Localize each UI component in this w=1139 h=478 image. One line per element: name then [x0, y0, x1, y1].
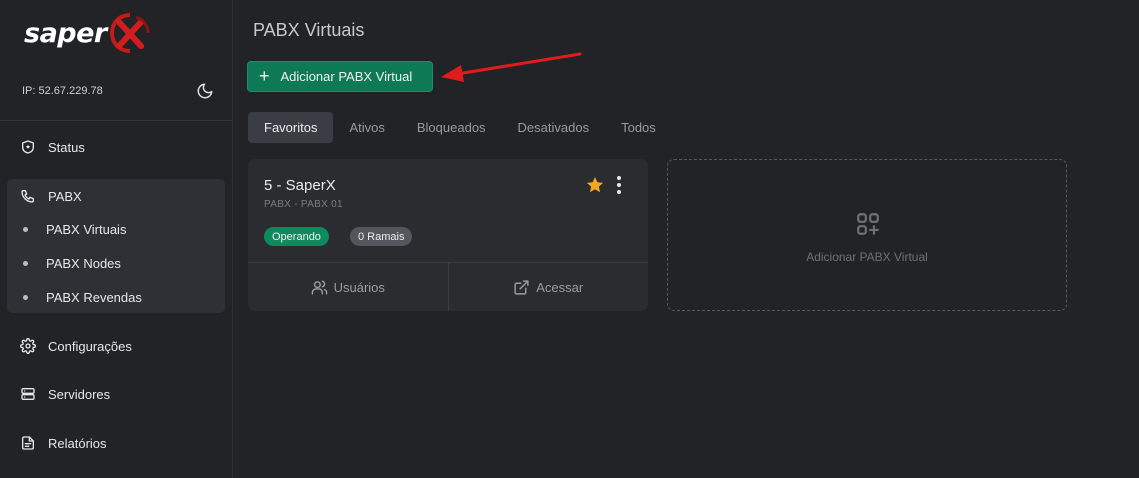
status-badge: Operando — [264, 227, 329, 246]
external-link-icon — [514, 279, 529, 295]
bullet-dot — [23, 295, 28, 300]
add-pabx-virtual-button[interactable]: + Adicionar PABX Virtual — [247, 61, 433, 92]
tab-desativados[interactable]: Desativados — [502, 112, 606, 143]
users-label: Usuários — [333, 279, 385, 295]
pabx-card-footer: Usuários Acessar — [248, 262, 648, 311]
sidebar-subitem-label: PABX Revendas — [46, 290, 142, 305]
tab-todos[interactable]: Todos — [605, 112, 672, 143]
sidebar-subitem-pabx-nodes[interactable]: PABX Nodes — [23, 256, 121, 271]
server-icon — [21, 388, 35, 400]
add-button-label: Adicionar PABX Virtual — [280, 69, 413, 84]
add-pabx-virtual-card[interactable]: Adicionar PABX Virtual — [667, 159, 1067, 311]
users-button[interactable]: Usuários — [248, 263, 448, 311]
ramais-badge: 0 Ramais — [350, 227, 413, 246]
ip-address: IP: 52.67.229.78 — [22, 85, 103, 97]
report-icon — [22, 436, 34, 450]
users-icon — [311, 279, 327, 295]
sidebar-item-label: Servidores — [48, 386, 111, 402]
sidebar-item-servidores[interactable]: Servidores — [20, 386, 110, 402]
tab-bloqueados[interactable]: Bloqueados — [401, 112, 502, 143]
add-card-label: Adicionar PABX Virtual — [806, 250, 928, 264]
filter-tabs: Favoritos Ativos Bloqueados Desativados … — [248, 112, 672, 143]
logo-x-mark-icon — [109, 13, 150, 53]
plus-icon: + — [259, 65, 270, 86]
favorite-star-icon[interactable] — [585, 175, 605, 195]
shield-icon — [22, 140, 34, 154]
sidebar-item-label: Configurações — [48, 338, 132, 354]
grid-add-icon — [857, 213, 879, 235]
tab-favoritos[interactable]: Favoritos — [248, 112, 334, 143]
sidebar-subitem-pabx-revendas[interactable]: PABX Revendas — [23, 290, 142, 305]
sidebar-item-label: Relatórios — [48, 435, 107, 451]
sidebar-subitem-label: PABX Virtuais — [46, 222, 127, 237]
access-label: Acessar — [536, 279, 584, 295]
sidebar-subitem-label: PABX Nodes — [46, 256, 121, 271]
logo-text: saper — [24, 17, 107, 49]
annotation-arrow-icon — [441, 52, 582, 82]
pabx-card-subtitle: PABX - PABX 01 — [264, 199, 343, 210]
sidebar-divider — [0, 120, 232, 121]
sidebar-item-status[interactable]: Status — [20, 139, 85, 155]
bullet-dot — [23, 227, 28, 232]
sidebar-item-relatorios[interactable]: Relatórios — [20, 435, 107, 451]
phone-icon — [21, 190, 34, 203]
pabx-card-title: 5 - SaperX — [264, 177, 336, 194]
pabx-group: PABX PABX Virtuais PABX Nodes PABX Reven… — [7, 179, 225, 313]
sidebar-item-label: Status — [48, 139, 85, 155]
sidebar: saper IP: 52.67.229.78 Status PABX PABX — [0, 0, 233, 478]
pabx-card: 5 - SaperX PABX - PABX 01 Operando 0 Ram… — [248, 159, 648, 311]
sidebar-item-configuracoes[interactable]: Configurações — [20, 338, 132, 354]
ip-row: IP: 52.67.229.78 — [22, 82, 214, 100]
tab-ativos[interactable]: Ativos — [333, 112, 400, 143]
bullet-dot — [23, 261, 28, 266]
access-button[interactable]: Acessar — [447, 263, 649, 311]
main-content: PABX Virtuais + Adicionar PABX Virtual F… — [233, 0, 1139, 478]
more-options-icon[interactable] — [617, 176, 621, 194]
sidebar-item-pabx[interactable]: PABX — [20, 188, 82, 204]
page-title: PABX Virtuais — [253, 20, 365, 40]
sidebar-subitem-pabx-virtuais[interactable]: PABX Virtuais — [23, 222, 126, 237]
logo[interactable]: saper — [24, 12, 151, 54]
sidebar-item-label: PABX — [48, 188, 82, 204]
dark-mode-moon-icon[interactable] — [196, 82, 214, 100]
gear-icon — [20, 338, 36, 354]
